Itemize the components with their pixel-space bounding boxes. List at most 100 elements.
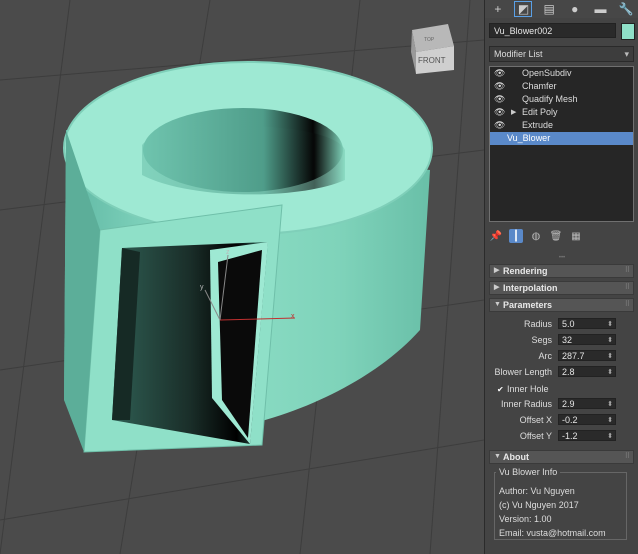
inner-hole-checkbox[interactable]: ✔ Inner Hole	[497, 384, 549, 394]
arc-value: 287.7	[562, 351, 585, 361]
arc-label: Arc	[538, 351, 553, 361]
segs-label: Segs	[531, 335, 552, 345]
blower-length-label: Blower Length	[494, 367, 552, 377]
rollout-title: Interpolation	[503, 283, 558, 293]
configure-sets-icon[interactable]: ▦	[569, 229, 583, 243]
inner-radius-label: Inner Radius	[500, 399, 552, 409]
eye-icon[interactable]: 👁	[494, 67, 505, 80]
rollout-about[interactable]: ▼ About ⠿	[489, 450, 634, 464]
chevron-down-icon: ▾	[624, 49, 629, 59]
spinner-arrows-icon[interactable]: ⬍	[607, 431, 613, 442]
command-panel: + ◩ ▤ ● ▬ 🔧 Vu_Blower002 Modifier List ▾…	[484, 0, 638, 554]
stack-item-label: Edit Poly	[522, 107, 558, 117]
radius-spinner[interactable]: 5.0 ⬍	[558, 318, 616, 329]
drag-handle-icon[interactable]: ⠿	[625, 265, 630, 277]
offset-x-value: -0.2	[562, 415, 578, 425]
expand-arrow-icon: ▶	[494, 284, 500, 291]
segs-spinner[interactable]: 32 ⬍	[558, 334, 616, 345]
inner-hole-label: Inner Hole	[507, 384, 549, 394]
motion-icon[interactable]: ●	[566, 1, 584, 17]
gizmo-x-label: x	[291, 313, 295, 320]
blower-length-spinner[interactable]: 2.8 ⬍	[558, 366, 616, 377]
expand-arrow-icon[interactable]: ▶	[511, 106, 516, 119]
about-group-title: Vu Blower Info	[496, 467, 561, 477]
rollout-interpolation[interactable]: ▶ Interpolation ⠿	[489, 281, 634, 295]
remove-modifier-icon[interactable]: 🗑	[549, 229, 563, 243]
blower-mesh	[63, 61, 433, 453]
stack-item-opensubdiv[interactable]: 👁 OpenSubdiv	[490, 67, 633, 80]
about-author: Author: Vu Nguyen	[499, 486, 575, 496]
modifier-list-label: Modifier List	[494, 49, 543, 59]
stack-item-quadify-mesh[interactable]: 👁 Quadify Mesh	[490, 93, 633, 106]
inner-radius-spinner[interactable]: 2.9 ⬍	[558, 398, 616, 409]
spinner-arrows-icon[interactable]: ⬍	[607, 351, 613, 362]
radius-label: Radius	[523, 319, 552, 329]
create-icon[interactable]: +	[489, 1, 507, 17]
hierarchy-icon[interactable]: ▤	[540, 1, 558, 17]
rollout-title: Rendering	[503, 266, 548, 276]
offset-x-label: Offset X	[519, 415, 552, 425]
collapse-arrow-icon: ▼	[494, 453, 501, 460]
panel-divider: •••	[558, 255, 566, 261]
offset-y-value: -1.2	[562, 431, 578, 441]
spinner-arrows-icon[interactable]: ⬍	[607, 367, 613, 378]
about-version: Version: 1.00	[499, 514, 552, 524]
viewport[interactable]: x y z TOP FRONT	[0, 0, 484, 554]
viewcube-front-label: FRONT	[418, 56, 446, 65]
eye-icon[interactable]: 👁	[494, 80, 505, 93]
gizmo-z-label: z	[226, 249, 230, 256]
object-name-field[interactable]: Vu_Blower002	[489, 23, 616, 38]
spinner-arrows-icon[interactable]: ⬍	[607, 319, 613, 330]
stack-item-label: Vu_Blower	[507, 133, 551, 143]
about-copyright: (c) Vu Nguyen 2017	[499, 500, 579, 510]
stack-item-edit-poly[interactable]: 👁 ▶ Edit Poly	[490, 106, 633, 119]
utilities-icon[interactable]: 🔧	[617, 1, 635, 17]
spinner-arrows-icon[interactable]: ⬍	[607, 335, 613, 346]
viewcube[interactable]: TOP FRONT	[411, 24, 454, 74]
drag-handle-icon[interactable]: ⠿	[625, 299, 630, 311]
expand-arrow-icon: ▶	[494, 267, 500, 274]
modifier-stack[interactable]: 👁 OpenSubdiv 👁 Chamfer 👁 Quadify Mesh 👁 …	[489, 66, 634, 222]
gizmo-y-label: y	[200, 284, 204, 291]
modifier-list-dropdown[interactable]: Modifier List ▾	[489, 46, 634, 62]
arc-spinner[interactable]: 287.7 ⬍	[558, 350, 616, 361]
offset-x-spinner[interactable]: -0.2 ⬍	[558, 414, 616, 425]
object-color-swatch[interactable]	[621, 23, 635, 40]
stack-toolbar: 📌 ┃ ◍ 🗑 ▦	[489, 226, 634, 246]
drag-handle-icon[interactable]: ⠿	[625, 282, 630, 294]
radius-value: 5.0	[562, 319, 575, 329]
viewcube-top-label: TOP	[424, 37, 435, 43]
stack-item-chamfer[interactable]: 👁 Chamfer	[490, 80, 633, 93]
blower-length-value: 2.8	[562, 367, 575, 377]
stack-item-label: OpenSubdiv	[522, 68, 572, 78]
eye-icon[interactable]: 👁	[494, 106, 505, 119]
make-unique-icon[interactable]: ◍	[529, 229, 543, 243]
viewport-scene[interactable]: x y z TOP FRONT	[0, 0, 484, 554]
segs-value: 32	[562, 335, 573, 345]
about-email: Email: vusta@hotmail.com	[499, 528, 606, 538]
command-panel-tabs: + ◩ ▤ ● ▬ 🔧	[485, 0, 638, 18]
checkmark-icon[interactable]: ✔	[497, 385, 505, 394]
eye-icon[interactable]: 👁	[494, 119, 505, 132]
stack-item-label: Extrude	[522, 120, 554, 130]
rollout-title: Parameters	[503, 300, 553, 310]
stack-item-extrude[interactable]: 👁 Extrude	[490, 119, 633, 132]
drag-handle-icon[interactable]: ⠿	[625, 451, 630, 463]
rollout-title: About	[503, 452, 529, 462]
pin-stack-icon[interactable]: 📌	[489, 229, 503, 243]
eye-icon[interactable]: 👁	[494, 93, 505, 106]
offset-y-label: Offset Y	[519, 431, 552, 441]
collapse-arrow-icon: ▼	[494, 301, 501, 308]
spinner-arrows-icon[interactable]: ⬍	[607, 415, 613, 426]
spinner-arrows-icon[interactable]: ⬍	[607, 399, 613, 410]
inner-radius-value: 2.9	[562, 399, 575, 409]
stack-item-vu-blower[interactable]: Vu_Blower	[490, 132, 633, 145]
offset-y-spinner[interactable]: -1.2 ⬍	[558, 430, 616, 441]
display-icon[interactable]: ▬	[591, 1, 609, 17]
stack-item-label: Quadify Mesh	[522, 94, 578, 104]
modify-icon[interactable]: ◩	[514, 1, 533, 17]
rollout-rendering[interactable]: ▶ Rendering ⠿	[489, 264, 634, 278]
stack-item-label: Chamfer	[522, 81, 557, 91]
rollout-parameters[interactable]: ▼ Parameters ⠿	[489, 298, 634, 312]
show-end-result-icon[interactable]: ┃	[509, 229, 523, 243]
